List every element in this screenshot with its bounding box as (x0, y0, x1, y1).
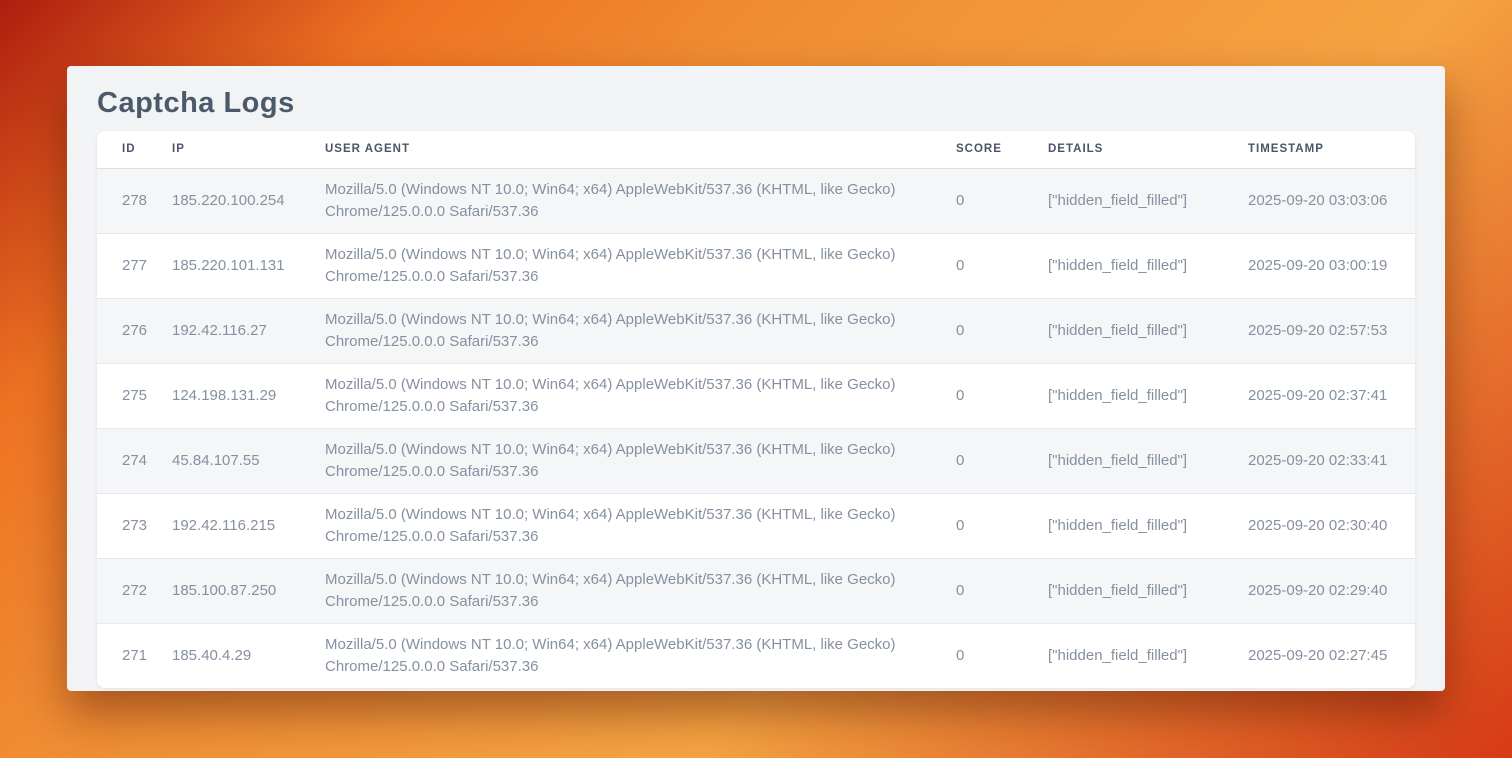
logs-table-container: IDIPUSER AGENTSCOREDETAILSTIMESTAMP 2781… (97, 131, 1415, 688)
cell-id: 273 (97, 493, 172, 558)
table-body: 278185.220.100.254Mozilla/5.0 (Windows N… (97, 168, 1415, 688)
column-header-score: SCORE (956, 131, 1048, 168)
cell-details: ["hidden_field_filled"] (1048, 363, 1248, 428)
table-row: 271185.40.4.29Mozilla/5.0 (Windows NT 10… (97, 623, 1415, 688)
cell-score: 0 (956, 623, 1048, 688)
table-row: 27445.84.107.55Mozilla/5.0 (Windows NT 1… (97, 428, 1415, 493)
table-row: 277185.220.101.131Mozilla/5.0 (Windows N… (97, 233, 1415, 298)
cell-score: 0 (956, 558, 1048, 623)
cell-timestamp: 2025-09-20 02:29:40 (1248, 558, 1415, 623)
cell-user_agent: Mozilla/5.0 (Windows NT 10.0; Win64; x64… (325, 168, 956, 233)
page-title: Captcha Logs (97, 82, 1415, 124)
table-row: 278185.220.100.254Mozilla/5.0 (Windows N… (97, 168, 1415, 233)
cell-details: ["hidden_field_filled"] (1048, 428, 1248, 493)
cell-score: 0 (956, 428, 1048, 493)
page-background: { "page": { "title": "Captcha Logs" }, "… (0, 0, 1512, 758)
cell-id: 274 (97, 428, 172, 493)
cell-user_agent: Mozilla/5.0 (Windows NT 10.0; Win64; x64… (325, 298, 956, 363)
cell-user_agent: Mozilla/5.0 (Windows NT 10.0; Win64; x64… (325, 493, 956, 558)
table-head: IDIPUSER AGENTSCOREDETAILSTIMESTAMP (97, 131, 1415, 168)
cell-ip: 185.220.101.131 (172, 233, 325, 298)
cell-timestamp: 2025-09-20 02:57:53 (1248, 298, 1415, 363)
cell-score: 0 (956, 493, 1048, 558)
cell-ip: 185.220.100.254 (172, 168, 325, 233)
cell-details: ["hidden_field_filled"] (1048, 298, 1248, 363)
cell-user_agent: Mozilla/5.0 (Windows NT 10.0; Win64; x64… (325, 428, 956, 493)
cell-ip: 185.100.87.250 (172, 558, 325, 623)
cell-id: 275 (97, 363, 172, 428)
cell-ip: 192.42.116.27 (172, 298, 325, 363)
cell-details: ["hidden_field_filled"] (1048, 558, 1248, 623)
cell-ip: 45.84.107.55 (172, 428, 325, 493)
table-row: 276192.42.116.27Mozilla/5.0 (Windows NT … (97, 298, 1415, 363)
cell-timestamp: 2025-09-20 02:27:45 (1248, 623, 1415, 688)
cell-score: 0 (956, 363, 1048, 428)
table-header-row: IDIPUSER AGENTSCOREDETAILSTIMESTAMP (97, 131, 1415, 168)
cell-timestamp: 2025-09-20 02:37:41 (1248, 363, 1415, 428)
cell-score: 0 (956, 298, 1048, 363)
cell-ip: 124.198.131.29 (172, 363, 325, 428)
table-row: 275124.198.131.29Mozilla/5.0 (Windows NT… (97, 363, 1415, 428)
cell-id: 271 (97, 623, 172, 688)
captcha-logs-card: Captcha Logs IDIPUSER AGENTSCOREDETAILST… (67, 66, 1445, 691)
column-header-timestamp: TIMESTAMP (1248, 131, 1415, 168)
column-header-user_agent: USER AGENT (325, 131, 956, 168)
cell-timestamp: 2025-09-20 02:33:41 (1248, 428, 1415, 493)
cell-timestamp: 2025-09-20 02:30:40 (1248, 493, 1415, 558)
cell-timestamp: 2025-09-20 03:03:06 (1248, 168, 1415, 233)
cell-score: 0 (956, 168, 1048, 233)
cell-ip: 192.42.116.215 (172, 493, 325, 558)
captcha-logs-table: IDIPUSER AGENTSCOREDETAILSTIMESTAMP 2781… (97, 131, 1415, 688)
cell-user_agent: Mozilla/5.0 (Windows NT 10.0; Win64; x64… (325, 233, 956, 298)
cell-ip: 185.40.4.29 (172, 623, 325, 688)
cell-score: 0 (956, 233, 1048, 298)
table-row: 273192.42.116.215Mozilla/5.0 (Windows NT… (97, 493, 1415, 558)
cell-id: 272 (97, 558, 172, 623)
column-header-ip: IP (172, 131, 325, 168)
column-header-details: DETAILS (1048, 131, 1248, 168)
column-header-id: ID (97, 131, 172, 168)
cell-user_agent: Mozilla/5.0 (Windows NT 10.0; Win64; x64… (325, 558, 956, 623)
cell-user_agent: Mozilla/5.0 (Windows NT 10.0; Win64; x64… (325, 363, 956, 428)
cell-details: ["hidden_field_filled"] (1048, 233, 1248, 298)
cell-id: 277 (97, 233, 172, 298)
cell-timestamp: 2025-09-20 03:00:19 (1248, 233, 1415, 298)
cell-id: 278 (97, 168, 172, 233)
cell-details: ["hidden_field_filled"] (1048, 493, 1248, 558)
cell-details: ["hidden_field_filled"] (1048, 623, 1248, 688)
cell-user_agent: Mozilla/5.0 (Windows NT 10.0; Win64; x64… (325, 623, 956, 688)
cell-details: ["hidden_field_filled"] (1048, 168, 1248, 233)
table-row: 272185.100.87.250Mozilla/5.0 (Windows NT… (97, 558, 1415, 623)
cell-id: 276 (97, 298, 172, 363)
